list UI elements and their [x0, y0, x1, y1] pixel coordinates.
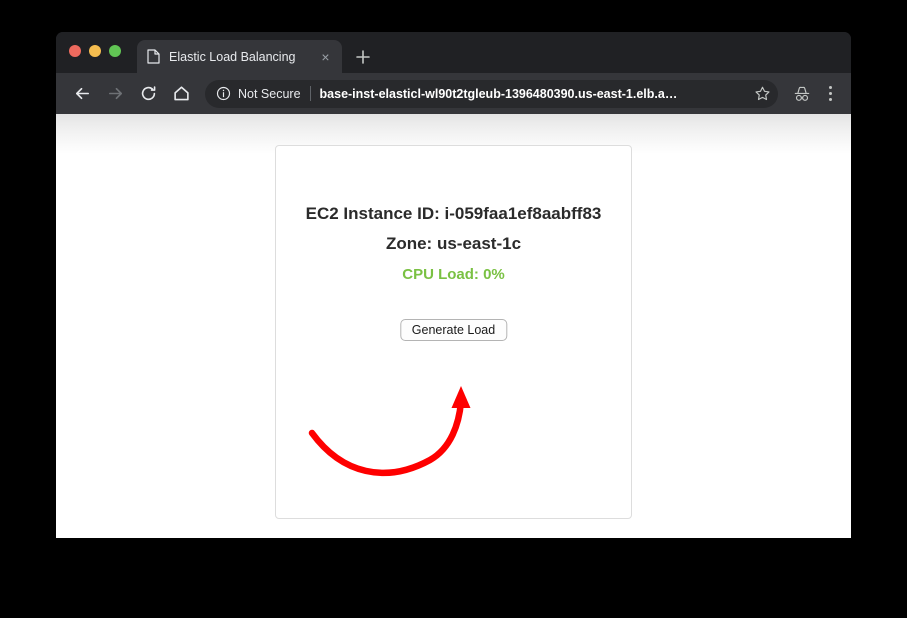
home-icon[interactable] [167, 80, 195, 108]
security-status-text: Not Secure [238, 86, 301, 101]
three-dot-menu-icon[interactable] [817, 80, 843, 108]
close-window-button[interactable] [69, 45, 81, 57]
reload-icon[interactable] [134, 80, 162, 108]
browser-window: Elastic Load Balancing × Not Secure base… [56, 32, 851, 538]
cpu-load-text: CPU Load: 0% [402, 266, 505, 283]
tab-strip: Elastic Load Balancing × [56, 32, 851, 73]
browser-tab-elastic-load-balancing[interactable]: Elastic Load Balancing × [137, 40, 342, 73]
info-circle-icon[interactable] [216, 86, 231, 101]
zoom-window-button[interactable] [109, 45, 121, 57]
new-tab-button[interactable] [352, 46, 373, 67]
browser-toolbar: Not Secure base-inst-elasticl-wl90t2tgle… [56, 73, 851, 114]
generate-load-button[interactable]: Generate Load [399, 319, 508, 341]
document-icon [147, 49, 160, 64]
address-bar[interactable]: Not Secure base-inst-elasticl-wl90t2tgle… [205, 79, 778, 108]
page-viewport: EC2 Instance ID: i-059faa1ef8aabff83 Zon… [56, 114, 851, 538]
minimize-window-button[interactable] [89, 45, 101, 57]
close-tab-button[interactable]: × [317, 48, 334, 65]
omnibox-divider [309, 86, 311, 101]
url-text[interactable]: base-inst-elasticl-wl90t2tgleub-13964803… [320, 87, 748, 101]
star-icon[interactable] [750, 82, 774, 106]
availability-zone-text: Zone: us-east-1c [385, 234, 522, 253]
tab-title: Elastic Load Balancing [169, 49, 296, 64]
instance-info-card: EC2 Instance ID: i-059faa1ef8aabff83 Zon… [275, 145, 632, 519]
window-traffic-lights [69, 45, 121, 57]
back-arrow-icon[interactable] [68, 80, 96, 108]
forward-arrow-icon [101, 80, 129, 108]
ec2-instance-id-text: EC2 Instance ID: i-059faa1ef8aabff83 [305, 204, 602, 223]
incognito-icon[interactable] [789, 80, 815, 108]
